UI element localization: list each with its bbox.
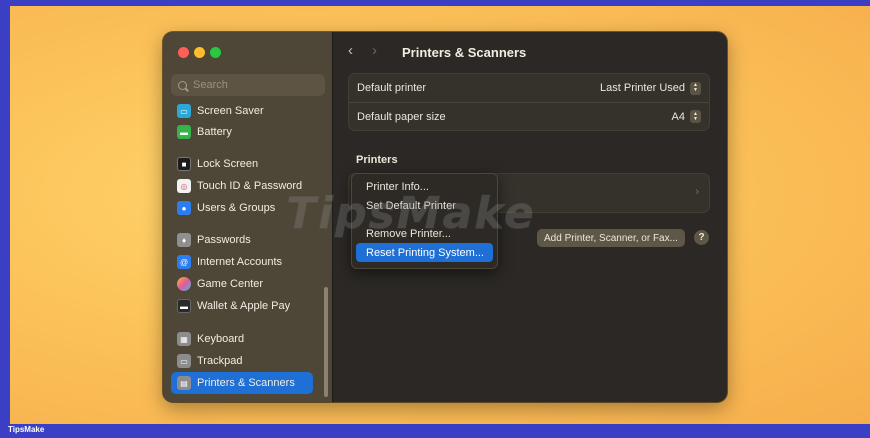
sidebar-item-label: Internet Accounts <box>197 256 282 268</box>
menu-item-remove-printer[interactable]: Remove Printer... <box>356 224 493 243</box>
sidebar-item-label: Printers & Scanners <box>197 377 295 389</box>
defaults-group: Default printer Last Printer Used ▲ ▼ Def… <box>348 73 710 131</box>
sidebar-item-label: Keyboard <box>197 333 245 345</box>
printer-icon: ▤ <box>177 376 191 390</box>
sidebar-item-internet-accounts[interactable]: @ Internet Accounts <box>171 251 313 273</box>
footer-bar <box>0 424 870 438</box>
sidebar-item-label: Touch ID & Password <box>197 180 303 192</box>
zoom-window-button[interactable] <box>210 47 221 58</box>
chevron-right-icon: › <box>695 186 699 198</box>
screen-saver-icon: ▭ <box>177 104 191 118</box>
minimize-window-button[interactable] <box>194 47 205 58</box>
battery-icon: ▬ <box>177 125 191 139</box>
default-paper-row: Default paper size A4 ▲ ▼ <box>349 102 709 130</box>
page-title: Printers & Scanners <box>402 45 527 60</box>
up-down-chevron-icon: ▲ ▼ <box>690 110 701 123</box>
default-printer-select[interactable]: Last Printer Used ▲ ▼ <box>600 81 701 95</box>
context-menu: Printer Info... Set Default Printer Remo… <box>351 173 498 269</box>
sidebar-item-touch-id[interactable]: ◎ Touch ID & Password <box>171 175 313 197</box>
sidebar-item-label: Battery <box>197 126 232 138</box>
lock-screen-icon: ■ <box>177 157 191 171</box>
sidebar: ▭ Screen Saver ▬ Battery ■ Lock Screen ◎… <box>163 32 333 402</box>
printers-section-title: Printers <box>356 154 398 166</box>
sidebar-item-label: Trackpad <box>197 355 243 367</box>
search-input[interactable] <box>193 79 318 91</box>
sidebar-item-label: Game Center <box>197 278 264 290</box>
menu-item-reset-printing-system[interactable]: Reset Printing System... <box>356 243 493 262</box>
users-icon: ● <box>177 201 191 215</box>
sidebar-item-screen-saver[interactable]: ▭ Screen Saver <box>171 100 313 122</box>
sidebar-item-label: Passwords <box>197 234 251 246</box>
sidebar-item-battery[interactable]: ▬ Battery <box>171 121 313 143</box>
sidebar-item-trackpad[interactable]: ▭ Trackpad <box>171 350 313 372</box>
search-field[interactable] <box>171 74 325 96</box>
wallet-icon: ▬ <box>177 299 191 313</box>
footer-brand: TipsMake <box>8 425 45 434</box>
menu-separator <box>356 215 493 224</box>
sidebar-item-passwords[interactable]: ♦ Passwords <box>171 229 313 251</box>
sidebar-item-lock-screen[interactable]: ■ Lock Screen <box>171 153 313 175</box>
sidebar-item-users-groups[interactable]: ● Users & Groups <box>171 197 313 219</box>
sidebar-scrollbar[interactable] <box>324 287 328 397</box>
default-printer-row: Default printer Last Printer Used ▲ ▼ <box>349 74 709 102</box>
sidebar-item-game-center[interactable]: Game Center <box>171 273 313 295</box>
sidebar-item-label: Screen Saver <box>197 105 264 117</box>
default-printer-label: Default printer <box>357 82 427 94</box>
sidebar-item-wallet[interactable]: ▬ Wallet & Apple Pay <box>171 295 313 317</box>
menu-item-set-default-printer[interactable]: Set Default Printer <box>356 196 493 215</box>
add-printer-button[interactable]: Add Printer, Scanner, or Fax... <box>537 229 685 247</box>
trackpad-icon: ▭ <box>177 354 191 368</box>
sidebar-item-label: Users & Groups <box>197 202 276 214</box>
search-icon <box>178 80 187 90</box>
sidebar-item-printers-scanners[interactable]: ▤ Printers & Scanners <box>171 372 313 394</box>
close-window-button[interactable] <box>178 47 189 58</box>
default-paper-select[interactable]: A4 ▲ ▼ <box>672 110 701 123</box>
key-icon: ♦ <box>177 233 191 247</box>
menu-item-printer-info[interactable]: Printer Info... <box>356 177 493 196</box>
default-paper-value: A4 <box>671 110 685 123</box>
default-printer-value: Last Printer Used <box>600 82 685 94</box>
default-paper-label: Default paper size <box>357 110 446 123</box>
sidebar-item-label: Lock Screen <box>197 158 259 170</box>
game-center-icon <box>177 277 191 291</box>
help-button[interactable]: ? <box>694 230 709 245</box>
keyboard-icon: ▦ <box>177 332 191 346</box>
up-down-chevron-icon: ▲ ▼ <box>690 81 701 95</box>
fingerprint-icon: ◎ <box>177 179 191 193</box>
sidebar-item-keyboard[interactable]: ▦ Keyboard <box>171 328 313 350</box>
sidebar-item-label: Wallet & Apple Pay <box>197 300 291 312</box>
back-chevron-icon[interactable]: ‹ <box>348 43 353 58</box>
forward-chevron-icon[interactable]: › <box>372 43 377 58</box>
at-icon: @ <box>177 255 191 269</box>
